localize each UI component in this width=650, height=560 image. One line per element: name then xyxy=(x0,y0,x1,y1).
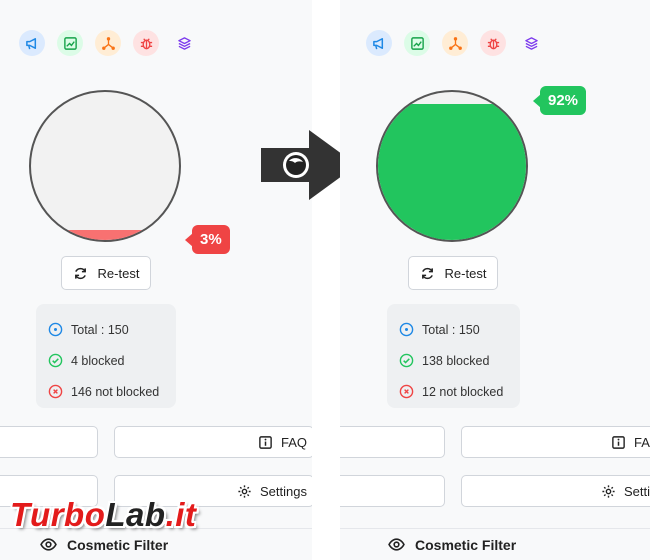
x-circle-icon xyxy=(399,384,414,399)
stat-total: Total : 150 xyxy=(48,314,176,345)
retest-button[interactable]: Re-test xyxy=(408,256,498,290)
score-circle xyxy=(376,90,528,242)
turbolab-watermark-logo: TurboLab.it xyxy=(10,496,197,533)
check-circle-icon xyxy=(48,353,63,368)
cosmetic-filter-section[interactable]: Cosmetic Filter xyxy=(40,536,168,553)
category-icons xyxy=(366,30,544,56)
left-column-button-2[interactable] xyxy=(340,475,445,507)
score-fill xyxy=(378,103,526,240)
eye-icon xyxy=(40,538,57,551)
cosmetic-filter-label: Cosmetic Filter xyxy=(415,536,517,553)
faq-label: FAQ xyxy=(280,434,307,450)
layers-icon[interactable] xyxy=(171,30,197,56)
info-circle-icon xyxy=(48,322,63,337)
divider xyxy=(340,528,650,529)
category-icons xyxy=(19,30,197,56)
stat-not-blocked: 12 not blocked xyxy=(399,376,520,407)
check-circle-icon xyxy=(399,353,414,368)
stat-total: Total : 150 xyxy=(399,314,520,345)
right-panel: 92% Re-test Total : 150 138 blocked 12 n… xyxy=(340,0,650,560)
score-fill xyxy=(31,230,179,240)
retest-button[interactable]: Re-test xyxy=(61,256,151,290)
chart-icon[interactable] xyxy=(404,30,430,56)
stat-not-blocked-label: 146 not blocked xyxy=(71,384,160,399)
stats-box: Total : 150 138 blocked 12 not blocked xyxy=(387,304,520,408)
stat-not-blocked-label: 12 not blocked xyxy=(422,384,504,399)
settings-label: Settings xyxy=(260,483,307,499)
chart-icon[interactable] xyxy=(57,30,83,56)
analytics-icon[interactable] xyxy=(442,30,468,56)
bug-icon[interactable] xyxy=(133,30,159,56)
retest-label: Re-test xyxy=(444,265,487,281)
stat-blocked-label: 138 blocked xyxy=(422,353,490,368)
score-percent-badge: 92% xyxy=(532,86,587,115)
x-circle-icon xyxy=(48,384,63,399)
layers-icon[interactable] xyxy=(518,30,544,56)
stats-box: Total : 150 4 blocked 146 not blocked xyxy=(36,304,176,408)
cosmetic-filter-label: Cosmetic Filter xyxy=(67,536,169,553)
eye-icon xyxy=(388,538,405,551)
megaphone-icon[interactable] xyxy=(19,30,45,56)
bug-icon[interactable] xyxy=(480,30,506,56)
stat-blocked: 138 blocked xyxy=(399,345,520,376)
stat-not-blocked: 146 not blocked xyxy=(48,376,176,407)
faq-button[interactable]: FAQ xyxy=(461,426,650,458)
cosmetic-filter-section[interactable]: Cosmetic Filter xyxy=(388,536,516,553)
left-column-button-1[interactable] xyxy=(0,426,98,458)
info-square-icon xyxy=(259,435,272,449)
stat-total-label: Total : 150 xyxy=(422,322,480,337)
score-percent-badge: 3% xyxy=(185,225,230,254)
stat-blocked-label: 4 blocked xyxy=(71,353,125,368)
refresh-icon xyxy=(74,267,86,279)
info-square-icon xyxy=(612,435,625,449)
stat-blocked: 4 blocked xyxy=(48,345,176,376)
score-circle xyxy=(29,90,181,242)
faq-button[interactable]: FAQ xyxy=(114,426,312,458)
settings-label: Settings xyxy=(624,483,650,499)
settings-button[interactable]: Settings xyxy=(461,475,650,507)
refresh-icon xyxy=(421,267,433,279)
info-circle-icon xyxy=(399,322,414,337)
left-panel: 3% Re-test Total : 150 4 blocked 146 not… xyxy=(0,0,312,560)
analytics-icon[interactable] xyxy=(95,30,121,56)
left-column-button-1[interactable] xyxy=(340,426,445,458)
megaphone-icon[interactable] xyxy=(366,30,392,56)
retest-label: Re-test xyxy=(97,265,140,281)
gear-icon xyxy=(238,484,251,498)
faq-label: FAQ xyxy=(634,434,650,450)
stat-total-label: Total : 150 xyxy=(71,322,129,337)
gear-icon xyxy=(602,484,615,498)
